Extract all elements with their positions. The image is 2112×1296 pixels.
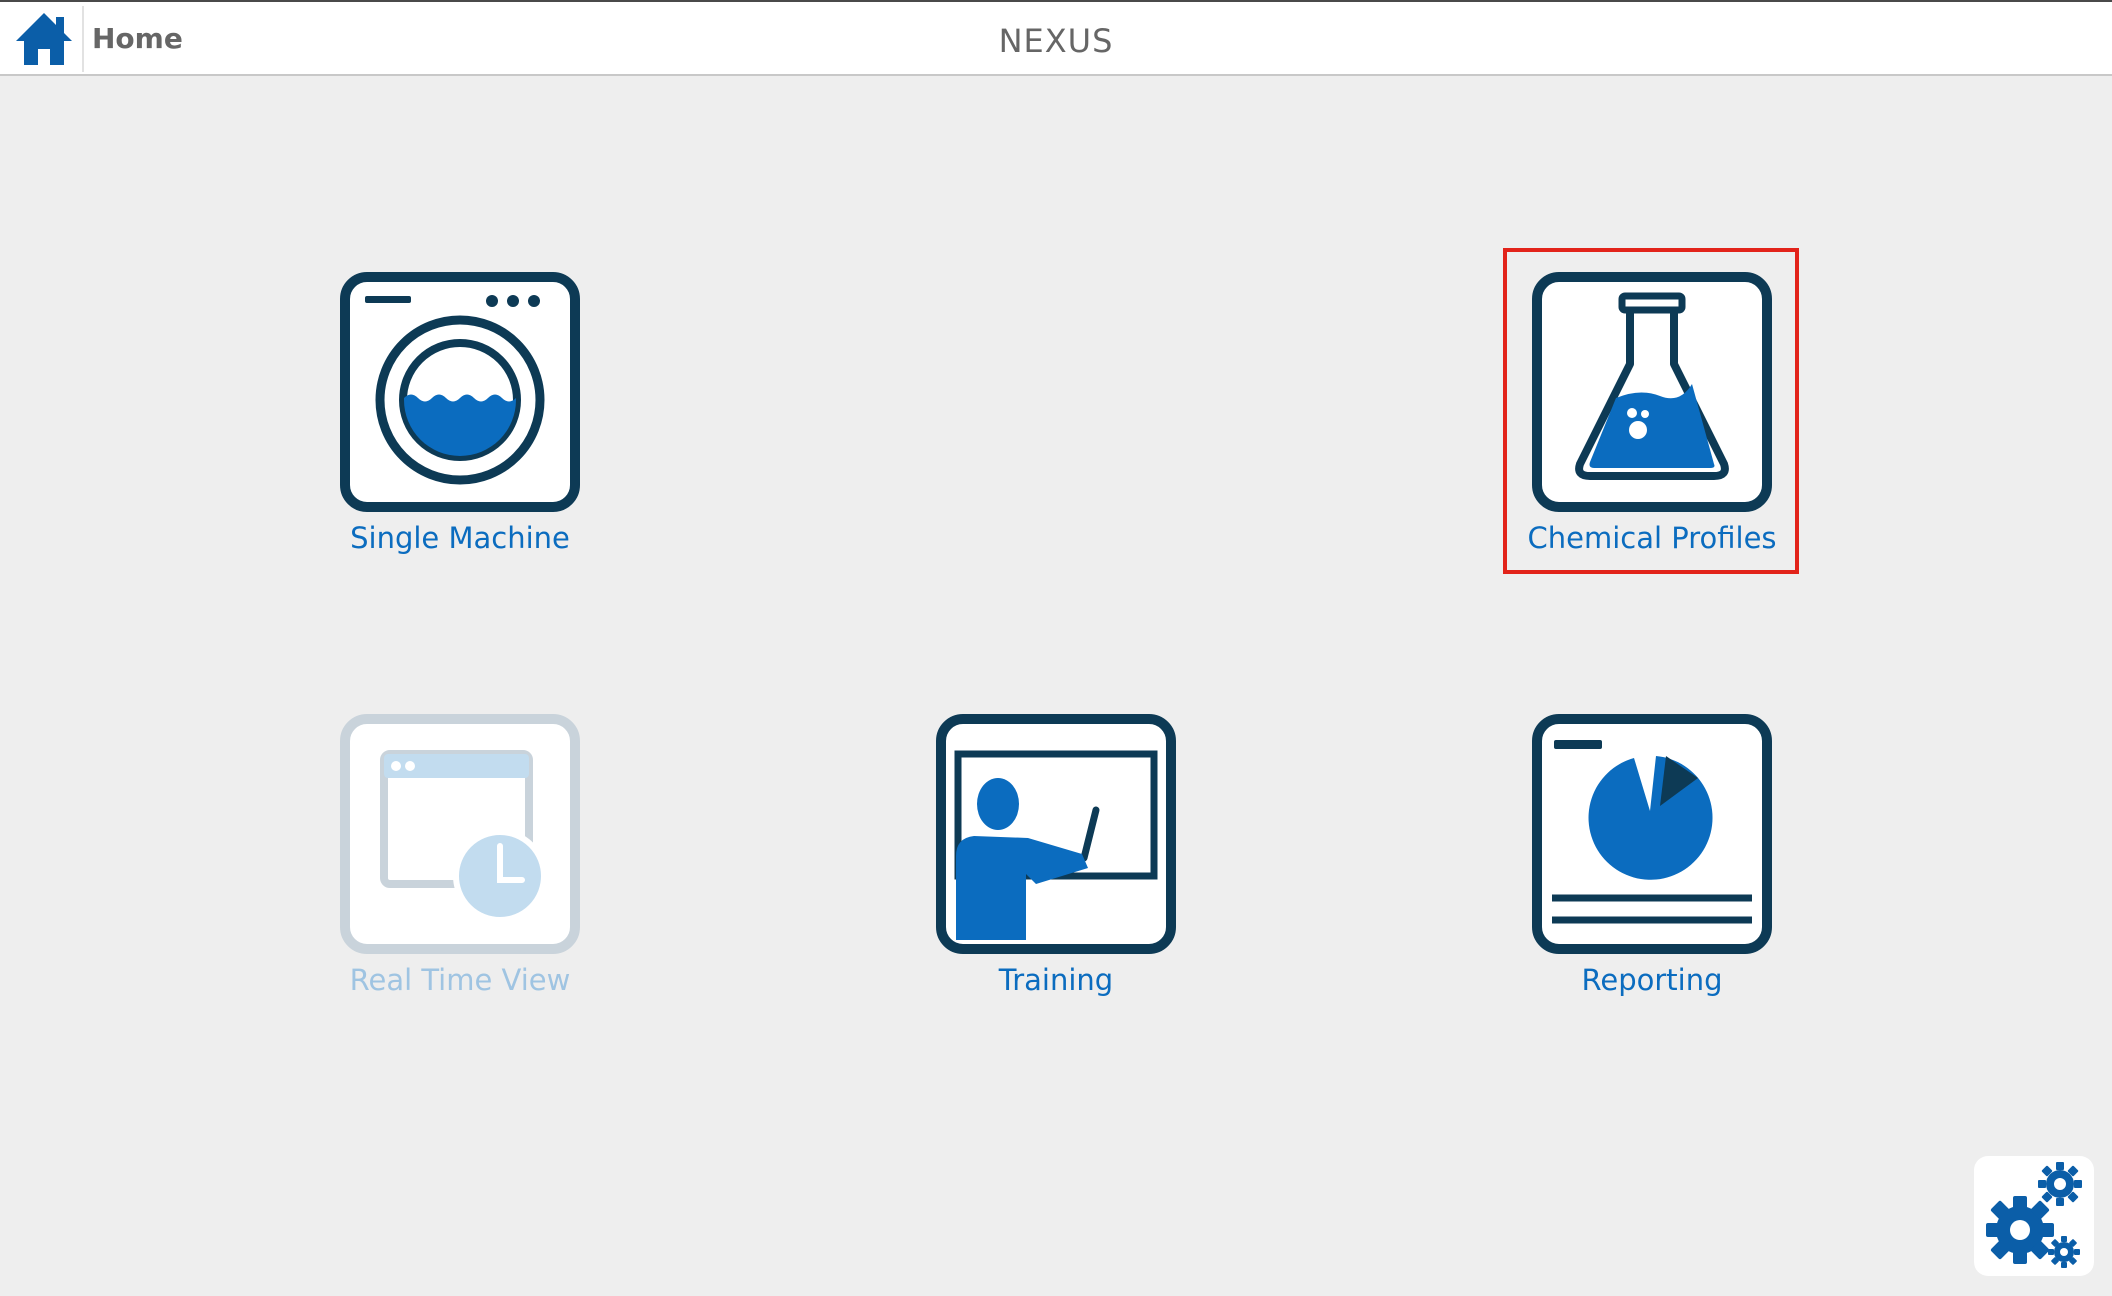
tile-label: Reporting (1581, 963, 1723, 997)
top-bar: Home NEXUS (0, 0, 2112, 76)
tile-label: Training (998, 963, 1114, 997)
tile-single-machine[interactable]: Single Machine (340, 272, 580, 572)
tile-chemical-profiles[interactable]: Chemical Profiles (1527, 272, 1777, 572)
tile-label: Single Machine (350, 521, 570, 555)
gears-icon (1986, 1162, 2082, 1268)
washing-machine-icon (340, 272, 580, 512)
real-time-clock-icon (340, 714, 580, 954)
chemical-flask-icon (1532, 272, 1772, 512)
tile-reporting[interactable]: Reporting (1532, 714, 1772, 1014)
tile-training[interactable]: Training (936, 714, 1176, 1014)
app-title: NEXUS (998, 22, 1114, 60)
training-presenter-icon (936, 714, 1176, 954)
settings-button[interactable] (1974, 1156, 2094, 1276)
tile-label: Real Time View (349, 963, 571, 997)
tile-real-time-view[interactable]: Real Time View (340, 714, 580, 1014)
tile-label: Chemical Profiles (1527, 521, 1777, 555)
reporting-chart-icon (1532, 714, 1772, 954)
